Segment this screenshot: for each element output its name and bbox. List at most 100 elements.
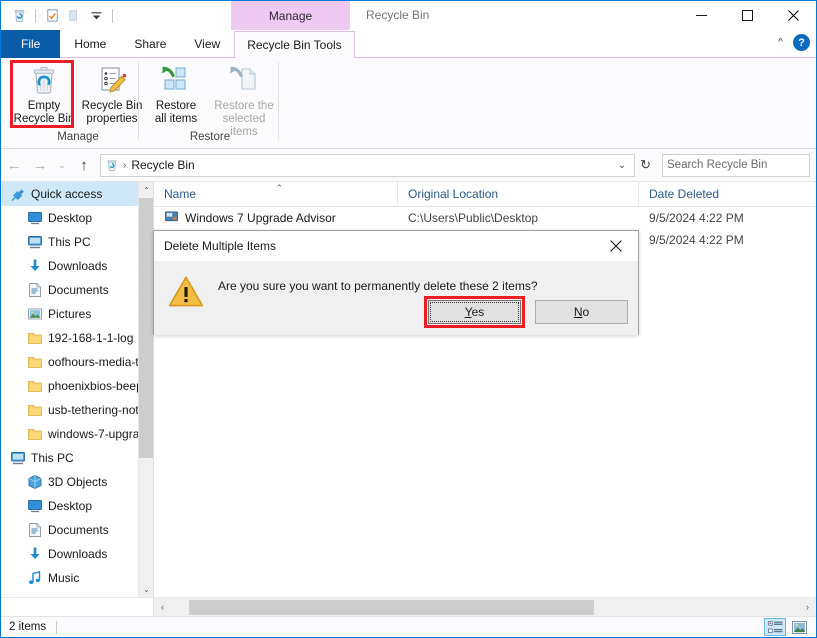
recycle-bin-properties-button[interactable]: Recycle Bin properties <box>78 58 146 126</box>
ribbon-group-divider-1 <box>138 62 139 140</box>
dialog-close-button[interactable] <box>594 231 638 261</box>
sidebar-item-usb-tethering-not[interactable]: usb-tethering-not- <box>1 398 153 422</box>
nav-scroll-thumb[interactable] <box>139 198 153 458</box>
ribbon-group-divider-2 <box>278 62 279 140</box>
sidebar-item-phoenixbios-beep[interactable]: phoenixbios-beep- <box>1 374 153 398</box>
column-header-name[interactable]: ⌃ Name <box>154 182 398 207</box>
nav-scroll-down-button[interactable]: ⌄ <box>139 581 153 597</box>
desktop-icon <box>26 498 43 515</box>
up-button[interactable]: ↑ <box>71 151 97 179</box>
restore-selected-items-label-line1: Restore the <box>214 100 274 112</box>
tab-view[interactable]: View <box>180 30 235 58</box>
search-input[interactable] <box>667 159 817 171</box>
restore-selected-items-button[interactable]: Restore the selected items <box>210 58 278 139</box>
new-folder-icon[interactable] <box>64 6 84 26</box>
ribbon-tab-strip: File Home Share View Recycle Bin Tools <box>1 30 816 59</box>
cell-date-deleted: 9/5/2024 4:22 PM <box>649 211 744 225</box>
ribbon-group-restore-label: Restore <box>189 131 231 143</box>
details-view-button[interactable] <box>764 618 786 636</box>
music-icon <box>26 570 43 587</box>
empty-recycle-bin-label-line1: Empty <box>27 100 61 112</box>
sidebar-item-label: 3D Objects <box>48 475 108 489</box>
forward-button[interactable]: → <box>27 151 53 179</box>
properties-icon[interactable] <box>42 6 62 26</box>
item-count-label: 2 items <box>9 621 47 633</box>
hscroll-left-filler <box>1 597 154 617</box>
sidebar-item-label: 192-168-1-1-log <box>48 331 134 345</box>
tab-file[interactable]: File <box>1 30 61 58</box>
star-pin-icon <box>9 186 26 203</box>
restore-all-items-label-line2: all items <box>154 113 198 125</box>
sidebar-item-label: This PC <box>31 451 74 465</box>
ribbon-group-restore: Restore all items Restore the selected i… <box>140 58 280 148</box>
column-header-original-location[interactable]: Original Location <box>398 182 639 207</box>
sidebar-item-this-pc[interactable]: This PC <box>1 230 153 254</box>
customize-dropdown-icon[interactable] <box>86 6 106 26</box>
restore-all-items-button[interactable]: Restore all items <box>142 58 210 126</box>
status-separator <box>56 620 58 634</box>
refresh-button[interactable]: ↻ <box>635 157 656 173</box>
sidebar-item-192-168-1-1-log[interactable]: 192-168-1-1-log <box>1 326 153 350</box>
sidebar-item-documents[interactable]: Documents <box>1 518 153 542</box>
table-row[interactable]: Windows 7 Upgrade Advisor C:\Users\Public… <box>154 207 816 229</box>
column-header-original-location-label: Original Location <box>408 187 499 201</box>
qat-separator-1 <box>35 8 36 23</box>
sidebar-item-oofhours-media-to[interactable]: oofhours-media-to <box>1 350 153 374</box>
restore-selected-items-icon <box>228 62 260 98</box>
address-field[interactable]: › Recycle Bin ⌄ <box>100 153 636 177</box>
hscroll-left-button[interactable]: ‹ <box>154 598 171 617</box>
horizontal-scrollbar[interactable]: ‹ › <box>1 597 816 617</box>
recent-locations-button[interactable]: ⌄ <box>53 151 71 179</box>
hscroll-track[interactable] <box>171 598 799 617</box>
sidebar-item-downloads[interactable]: Downloads <box>1 254 153 278</box>
recycle-bin-icon[interactable] <box>9 6 29 26</box>
large-icons-view-button[interactable] <box>788 618 810 636</box>
sidebar-item-documents[interactable]: Documents <box>1 278 153 302</box>
folder-icon <box>26 330 43 347</box>
tab-recycle-bin-tools[interactable]: Recycle Bin Tools <box>234 31 355 59</box>
navigation-list: Quick access Desktop This PC Downloads Docum… <box>1 182 153 590</box>
sidebar-item-label: Pictures <box>48 307 92 321</box>
this-pc-icon <box>9 450 26 467</box>
sidebar-item-music[interactable]: Music <box>1 566 153 590</box>
warning-icon <box>168 275 204 311</box>
status-bar: 2 items <box>1 616 816 637</box>
sidebar-item-downloads[interactable]: Downloads <box>1 542 153 566</box>
collapse-ribbon-icon[interactable]: ^ <box>778 37 783 48</box>
restore-all-items-icon <box>160 62 192 98</box>
empty-recycle-bin-button[interactable]: Empty Recycle Bin <box>10 58 78 126</box>
sidebar-item-3d-objects[interactable]: 3D Objects <box>1 470 153 494</box>
delete-confirmation-dialog: Delete Multiple Items Are you sure you w… <box>153 230 639 335</box>
cell-date-deleted: 9/5/2024 4:22 PM <box>649 233 744 247</box>
no-button[interactable]: No <box>535 300 628 324</box>
yes-button[interactable]: Yes <box>428 300 521 324</box>
breadcrumb[interactable]: Recycle Bin <box>131 158 194 172</box>
chevron-down-icon[interactable]: ⌄ <box>612 160 632 171</box>
sidebar-item-quick-access[interactable]: Quick access <box>1 182 153 206</box>
maximize-button[interactable] <box>724 1 770 30</box>
yes-accel: Y <box>464 305 472 319</box>
sidebar-item-label: Music <box>48 571 80 585</box>
restore-all-items-label-line1: Restore <box>155 100 197 112</box>
view-buttons <box>764 618 816 636</box>
sidebar-item-desktop[interactable]: Desktop <box>1 494 153 518</box>
hscroll-right-button[interactable]: › <box>799 598 816 617</box>
sidebar-item-label: Desktop <box>48 499 93 513</box>
close-button[interactable] <box>770 1 816 30</box>
tab-home[interactable]: Home <box>60 30 121 58</box>
column-header-date-deleted[interactable]: Date Deleted <box>639 182 809 207</box>
folder-icon <box>26 378 43 395</box>
nav-pane-scrollbar[interactable]: ⌃ ⌄ <box>138 182 153 597</box>
hscroll-thumb[interactable] <box>189 599 594 615</box>
help-icon[interactable]: ? <box>793 34 810 51</box>
nav-scroll-up-button[interactable]: ⌃ <box>139 182 153 198</box>
sidebar-item-pictures[interactable]: Pictures <box>1 302 153 326</box>
tab-share[interactable]: Share <box>120 30 181 58</box>
search-box[interactable] <box>662 153 817 177</box>
sidebar-item-windows-7-upgrad[interactable]: windows-7-upgrad <box>1 422 153 446</box>
sidebar-item-desktop[interactable]: Desktop <box>1 206 153 230</box>
sidebar-item-this-pc[interactable]: This PC <box>1 446 153 470</box>
minimize-button[interactable] <box>678 1 724 30</box>
back-button[interactable]: ← <box>1 151 27 179</box>
downloads-icon <box>26 546 43 563</box>
